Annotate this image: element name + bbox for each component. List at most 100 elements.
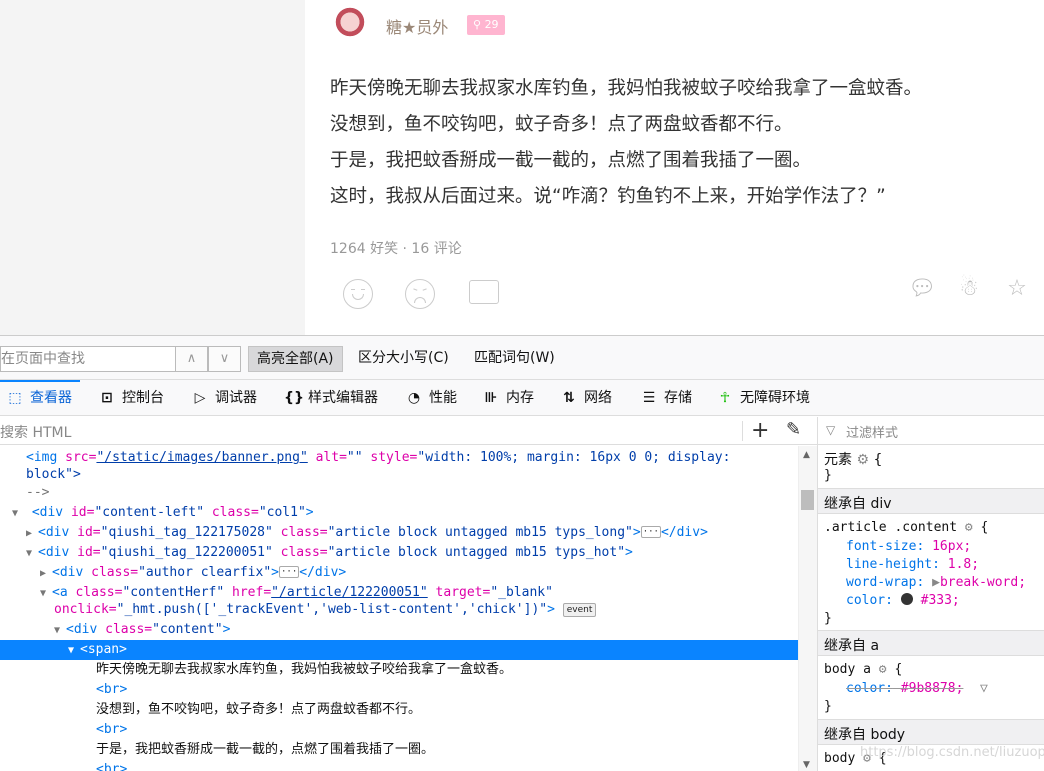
tab-accessibility[interactable]: ☥ 无障碍环境 <box>716 380 810 416</box>
filter-funnel-icon[interactable]: ▽ <box>980 681 988 696</box>
gear-icon[interactable]: ⚙ <box>856 452 869 468</box>
event-badge[interactable]: event <box>562 603 597 617</box>
property-value[interactable]: break-word; <box>940 575 1026 590</box>
comment-icon[interactable] <box>469 280 499 304</box>
gear-icon[interactable]: ⚙ <box>965 520 973 535</box>
text-node: 没想到，鱼不咬钩吧，蚊子奇多！点了两盘蚊香都不行。 <box>96 702 422 717</box>
markup-line[interactable]: onclick="_hmt.push(['_trackEvent','web-l… <box>0 600 798 620</box>
tab-network[interactable]: ⇅ 网络 <box>560 380 612 416</box>
whole-words-button[interactable]: 匹配词句(W) <box>466 346 563 372</box>
find-input[interactable]: 在页面中查找 <box>0 346 175 372</box>
rule-header[interactable]: body a ⚙ { <box>824 662 902 677</box>
declaration[interactable]: word-wrap: ▶break-word; <box>846 575 1026 590</box>
accessibility-icon: ☥ <box>719 390 731 406</box>
tab-debugger[interactable]: ▷ 调试器 <box>191 380 257 416</box>
attr-value: "article block untagged mb15 typs_hot" <box>327 545 626 560</box>
collapse-triangle-icon[interactable]: ▼ <box>68 641 80 661</box>
attr-value: "width: 100%; margin: 16px 0 0; display: <box>417 450 731 465</box>
expand-triangle-icon[interactable]: ▶ <box>40 564 52 584</box>
storage-icon: ☰ <box>642 390 656 406</box>
tag-name: <span> <box>80 642 127 657</box>
scroll-down-arrow-icon[interactable]: ▼ <box>803 760 810 770</box>
chat-bubble-icon[interactable]: 💬︎ <box>908 276 936 302</box>
element-rule[interactable]: 元素 ⚙ { <box>824 449 882 469</box>
tab-console[interactable]: ⊡ 控制台 <box>98 380 164 416</box>
markup-line[interactable]: <br> <box>0 680 798 700</box>
markup-line[interactable]: 于是，我把蚊香掰成一截一截的，点燃了围着我插了一圈。 <box>0 740 798 760</box>
attr-name: onclick= <box>54 602 117 617</box>
attr-value[interactable]: "/static/images/banner.png" <box>96 450 307 465</box>
attr-name: href= <box>232 585 272 600</box>
angry-face-icon[interactable] <box>405 279 435 309</box>
property-value[interactable]: 1.8; <box>948 557 979 572</box>
find-bar: 在页面中查找 ∧ ∨ 高亮全部(A) 区分大小写(C) 匹配词句(W) <box>0 335 1044 379</box>
eyedropper-icon[interactable]: ✎ <box>786 419 801 440</box>
smile-icon[interactable] <box>343 279 373 309</box>
declaration[interactable]: font-size: 16px; <box>846 539 971 554</box>
collapsed-ellipsis[interactable]: ··· <box>640 526 661 538</box>
markup-line-selected[interactable]: ▼ <span> <box>0 640 798 660</box>
attr-value: "qiushi_tag_122175028" <box>100 525 273 540</box>
color-swatch[interactable] <box>900 593 913 605</box>
overridden-declaration[interactable]: color: #9b8878; <box>846 681 963 696</box>
rule-header[interactable]: .article .content ⚙ { <box>824 520 988 535</box>
markup-line[interactable]: <br> <box>0 720 798 740</box>
console-icon: ⊡ <box>101 390 113 406</box>
inherited-header-a: 继承自 a <box>818 630 1044 656</box>
collapse-triangle-icon[interactable]: ▼ <box>26 544 38 564</box>
attr-name: class= <box>75 585 123 600</box>
author-name[interactable]: 糖★员外 <box>386 14 448 38</box>
match-case-button[interactable]: 区分大小写(C) <box>350 346 457 372</box>
find-previous-button[interactable]: ∧ <box>175 346 208 372</box>
markup-line[interactable]: 没想到，鱼不咬钩吧，蚊子奇多！点了两盘蚊香都不行。 <box>0 700 798 720</box>
collapse-triangle-icon[interactable]: ▼ <box>54 621 66 641</box>
markup-scrollbar[interactable]: ▲ ▼ <box>798 446 817 771</box>
scrollbar-thumb[interactable] <box>801 490 814 510</box>
property-value[interactable]: #333; <box>921 593 960 608</box>
markup-search-input[interactable]: 搜索 HTML <box>0 422 71 442</box>
find-next-button[interactable]: ∨ <box>208 346 241 372</box>
gear-icon[interactable]: ⚙ <box>879 662 887 677</box>
attr-name: class= <box>105 622 153 637</box>
add-node-icon[interactable]: + <box>751 418 769 443</box>
markup-line[interactable]: ▶ <div class="author clearfix"> ··· </div> <box>0 563 798 583</box>
attr-name: class= <box>280 545 328 560</box>
declaration[interactable]: line-height: 1.8; <box>846 557 979 572</box>
qq-icon[interactable]: ☃︎ <box>956 276 982 302</box>
markup-line[interactable]: ▼ <div id="content-left" class="col1"> <box>0 503 798 523</box>
markup-tree[interactable]: <img src="/static/images/banner.png" alt… <box>0 446 798 771</box>
highlight-all-button[interactable]: 高亮全部(A) <box>248 346 343 372</box>
attr-value: "author clearfix" <box>138 565 272 580</box>
attr-value: "article block untagged mb15 typs_long" <box>327 525 633 540</box>
tab-inspector[interactable]: ⬚ 查看器 <box>0 380 80 416</box>
markup-line[interactable]: block"> <box>0 465 798 485</box>
expand-triangle-icon[interactable]: ▶ <box>26 524 38 544</box>
collapse-triangle-icon[interactable]: ▼ <box>12 504 24 524</box>
scroll-up-arrow-icon[interactable]: ▲ <box>803 450 810 460</box>
braces-icon: {} <box>284 390 304 406</box>
tab-memory[interactable]: ⊪ 内存 <box>482 380 534 416</box>
tab-storage[interactable]: ☰ 存储 <box>640 380 692 416</box>
tag-name: <img <box>26 450 58 465</box>
attr-value[interactable]: "/article/122200051" <box>271 585 428 600</box>
markup-line[interactable]: --> <box>0 483 798 503</box>
star-icon[interactable]: ☆ <box>1004 276 1030 302</box>
collapsed-ellipsis[interactable]: ··· <box>279 566 300 578</box>
property-value[interactable]: #9b8878; <box>901 681 964 696</box>
tab-style-editor[interactable]: {} 样式编辑器 <box>284 380 378 416</box>
markup-line[interactable]: ▶ <div id="qiushi_tag_122175028" class="a… <box>0 523 798 543</box>
markup-line[interactable]: ▼ <div class="content"> <box>0 620 798 640</box>
attr-name: id= <box>77 525 101 540</box>
author-avatar[interactable] <box>330 6 370 46</box>
markup-line[interactable]: ▼ <div id="qiushi_tag_122200051" class="a… <box>0 543 798 563</box>
markup-line[interactable]: <br> <box>0 760 798 771</box>
property-value[interactable]: 16px; <box>932 539 971 554</box>
tab-performance[interactable]: ◔ 性能 <box>405 380 457 416</box>
tag-name: > <box>625 545 633 560</box>
rules-filter-input[interactable]: 过滤样式 <box>846 422 898 441</box>
markup-line[interactable]: 昨天傍晚无聊去我叔家水库钓鱼，我妈怕我被蚊子咬给我拿了一盒蚊香。 <box>0 660 798 680</box>
expand-triangle-icon[interactable]: ▶ <box>932 575 940 590</box>
memory-chip-icon: ⊪ <box>484 390 498 406</box>
tab-label: 内存 <box>506 390 534 406</box>
declaration[interactable]: color: #333; <box>846 593 960 608</box>
